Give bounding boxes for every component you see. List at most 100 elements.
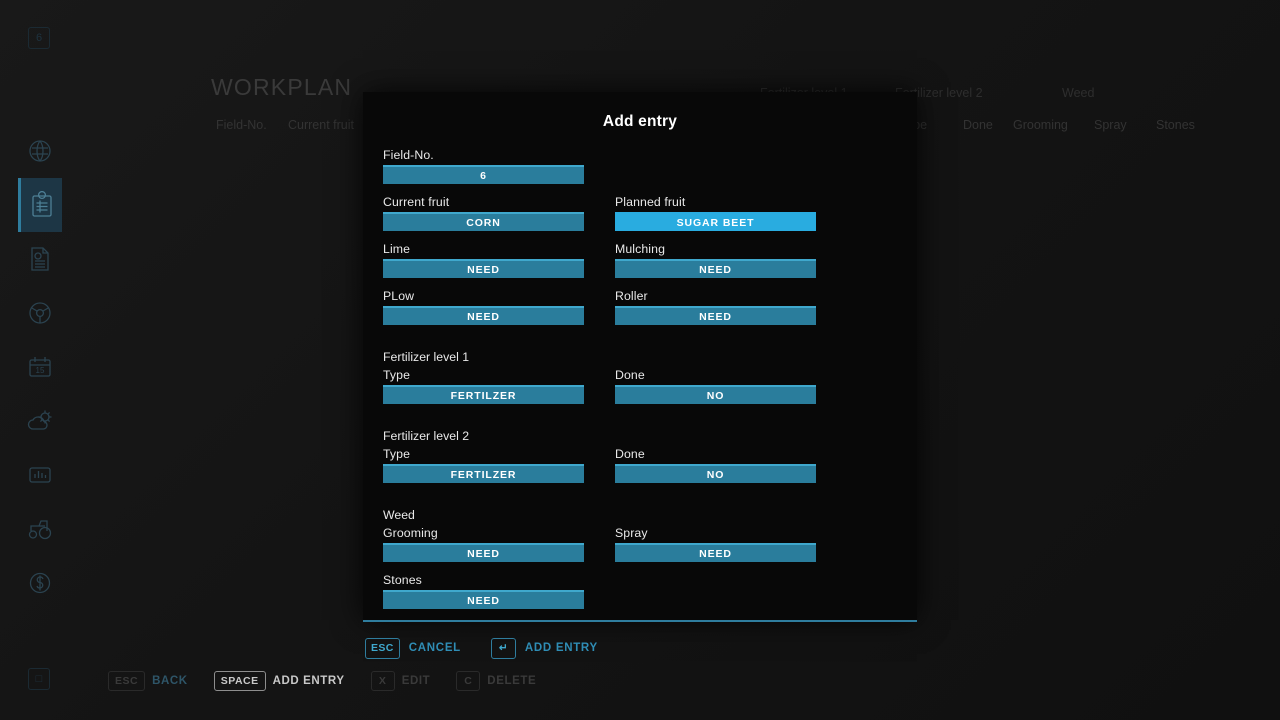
- label-stones: Stones: [383, 573, 584, 587]
- label-plow: PLow: [383, 289, 584, 303]
- label-current-fruit: Current fruit: [383, 195, 584, 209]
- document-icon: [28, 245, 52, 273]
- section-header-fertilizer-level-1: Fertilizer level 1: [383, 350, 897, 364]
- dialog-key-esc: ESC: [365, 638, 400, 659]
- game-screen: WORKPLAN Fertilizer level 1 Fertilizer l…: [0, 0, 1280, 720]
- value-planned-fruit[interactable]: SUGAR BEET: [615, 212, 816, 231]
- form-row-plow-roller: PLow NEED Roller NEED: [383, 289, 897, 336]
- label-fert1-done: Done: [615, 368, 816, 382]
- value-fert2-type[interactable]: FERTILZER: [383, 464, 584, 483]
- bg-group-header-weed: Weed: [1062, 86, 1094, 100]
- sidebar-item-map[interactable]: [18, 124, 62, 178]
- weather-icon: [26, 409, 54, 433]
- dialog-separator: [363, 620, 917, 622]
- form-row-weed: Grooming NEED Spray NEED: [383, 526, 897, 573]
- value-fert1-done[interactable]: NO: [615, 385, 816, 404]
- field-group-spray: Spray NEED: [615, 526, 816, 573]
- label-fert2-type: Type: [383, 447, 584, 461]
- dialog-key-enter-icon: ↵: [491, 638, 516, 659]
- clipboard-icon: [29, 191, 55, 219]
- sidebar-item-calendar[interactable]: 15: [18, 340, 62, 394]
- value-plow[interactable]: NEED: [383, 306, 584, 325]
- sidebar-item-statistics[interactable]: [18, 448, 62, 502]
- cancel-button: CANCEL: [409, 642, 461, 654]
- label-spray: Spray: [615, 526, 816, 540]
- value-roller[interactable]: NEED: [615, 306, 816, 325]
- bg-hint-delete[interactable]: C DELETE: [456, 671, 536, 691]
- label-field-no: Field-No.: [383, 148, 584, 162]
- form-row-fruit: Current fruit CORN Planned fruit SUGAR B…: [383, 195, 897, 242]
- value-mulching[interactable]: NEED: [615, 259, 816, 278]
- bg-key-space: SPACE: [214, 671, 266, 691]
- field-group-fert1-done: Done NO: [615, 368, 816, 415]
- form-row-lime-mulching: Lime NEED Mulching NEED: [383, 242, 897, 289]
- section-header-weed: Weed: [383, 508, 897, 522]
- sidebar-item-vehicle-control[interactable]: [18, 286, 62, 340]
- steering-wheel-icon: [27, 300, 53, 326]
- dialog-hint-cancel[interactable]: ESC CANCEL: [365, 638, 461, 659]
- bg-key-c: C: [456, 671, 480, 691]
- value-spray[interactable]: NEED: [615, 543, 816, 562]
- background-footer-hints: ESC BACK SPACE ADD ENTRY X EDIT C DELETE: [108, 668, 562, 694]
- label-grooming: Grooming: [383, 526, 584, 540]
- field-group-lime: Lime NEED: [383, 242, 584, 289]
- add-entry-form: Field-No. 6 Current fruit CORN Planned f…: [363, 148, 917, 620]
- value-stones[interactable]: NEED: [383, 590, 584, 609]
- globe-icon: [27, 138, 53, 164]
- sidebar-item-vehicles[interactable]: [18, 502, 62, 556]
- field-group-grooming: Grooming NEED: [383, 526, 584, 573]
- add-entry-button: ADD ENTRY: [525, 642, 598, 654]
- field-group-stones: Stones NEED: [383, 573, 584, 620]
- bg-column-header-stones: Stones: [1156, 118, 1195, 132]
- field-group-fert2-type: Type FERTILZER: [383, 447, 584, 494]
- dialog-title: Add entry: [363, 92, 917, 131]
- label-fert1-type: Type: [383, 368, 584, 382]
- bg-label-back: BACK: [152, 675, 188, 687]
- field-group-current-fruit: Current fruit CORN: [383, 195, 584, 242]
- dialog-footer-hints: ESC CANCEL ↵ ADD ENTRY: [363, 634, 917, 662]
- bg-column-header-spray: Spray: [1094, 118, 1127, 132]
- value-fert1-type[interactable]: FERTILZER: [383, 385, 584, 404]
- sidebar-item-weather[interactable]: [18, 394, 62, 448]
- bg-hint-back[interactable]: ESC BACK: [108, 671, 188, 691]
- form-row-field-no: Field-No. 6: [383, 148, 897, 195]
- chart-icon: [27, 464, 53, 486]
- sidebar-item-contracts[interactable]: [18, 232, 62, 286]
- tractor-icon: [26, 517, 54, 541]
- field-group-fert2-done: Done NO: [615, 447, 816, 494]
- field-group-mulching: Mulching NEED: [615, 242, 816, 289]
- bg-label-delete: DELETE: [487, 675, 536, 687]
- bg-key-x: X: [371, 671, 395, 691]
- value-lime[interactable]: NEED: [383, 259, 584, 278]
- bottom-left-glyph-icon: □: [28, 668, 50, 690]
- bg-column-header-field-no: Field-No.: [216, 118, 267, 132]
- add-entry-dialog: Add entry Field-No. 6 Current fruit CORN…: [363, 92, 917, 620]
- value-field-no[interactable]: 6: [383, 165, 584, 184]
- calendar-icon: 15: [27, 354, 53, 380]
- field-group-field-no: Field-No. 6: [383, 148, 584, 195]
- bg-label-edit: EDIT: [402, 675, 431, 687]
- section-header-fertilizer-level-2: Fertilizer level 2: [383, 429, 897, 443]
- form-row-stones: Stones NEED: [383, 573, 897, 620]
- bg-hint-add-entry[interactable]: SPACE ADD ENTRY: [214, 671, 345, 691]
- page-title: WORKPLAN: [211, 74, 352, 101]
- value-current-fruit[interactable]: CORN: [383, 212, 584, 231]
- form-row-fertilizer-1: Type FERTILZER Done NO: [383, 368, 897, 415]
- bg-label-add-entry: ADD ENTRY: [273, 675, 345, 687]
- label-lime: Lime: [383, 242, 584, 256]
- svg-text:15: 15: [36, 366, 45, 375]
- sidebar-item-workplan[interactable]: [18, 178, 62, 232]
- sidebar-item-finances[interactable]: [18, 556, 62, 610]
- value-grooming[interactable]: NEED: [383, 543, 584, 562]
- dialog-hint-add-entry[interactable]: ↵ ADD ENTRY: [491, 638, 598, 659]
- field-group-roller: Roller NEED: [615, 289, 816, 336]
- bg-column-header-grooming: Grooming: [1013, 118, 1068, 132]
- value-fert2-done[interactable]: NO: [615, 464, 816, 483]
- form-row-fertilizer-2: Type FERTILZER Done NO: [383, 447, 897, 494]
- bg-hint-edit[interactable]: X EDIT: [371, 671, 431, 691]
- top-left-glyph-icon: 6: [28, 27, 50, 49]
- field-group-fert1-type: Type FERTILZER: [383, 368, 584, 415]
- bg-key-esc: ESC: [108, 671, 145, 691]
- field-group-plow: PLow NEED: [383, 289, 584, 336]
- bg-column-header-current-fruit: Current fruit: [288, 118, 354, 132]
